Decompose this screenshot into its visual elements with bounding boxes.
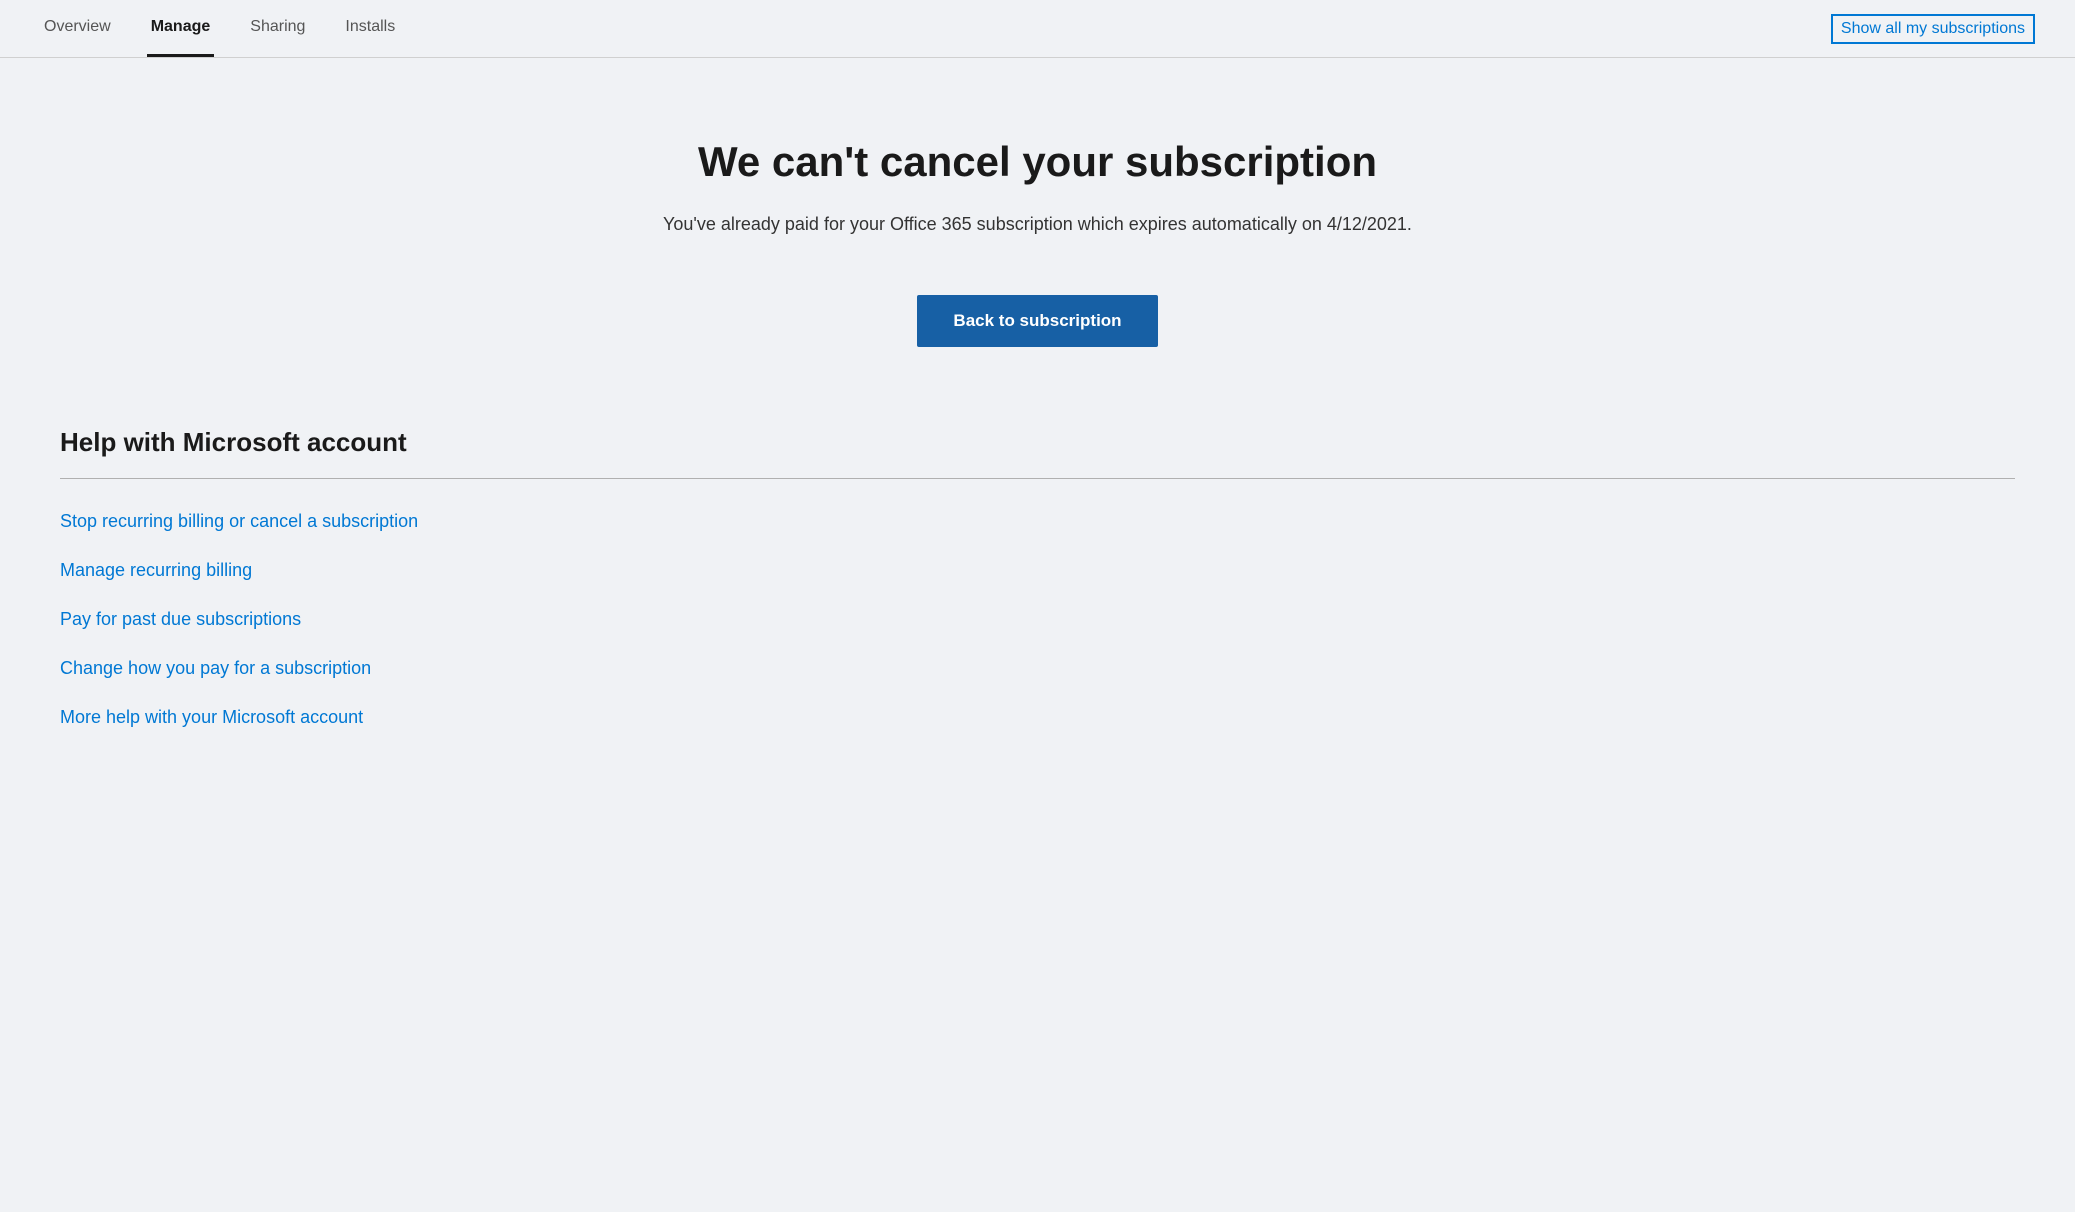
show-all-subscriptions-link[interactable]: Show all my subscriptions xyxy=(1831,14,2035,44)
back-to-subscription-button[interactable]: Back to subscription xyxy=(917,295,1157,347)
top-navigation: Overview Manage Sharing Installs Show al… xyxy=(0,0,2075,58)
error-description: You've already paid for your Office 365 … xyxy=(663,214,1412,235)
help-link-pay-past-due[interactable]: Pay for past due subscriptions xyxy=(60,609,2015,630)
help-link-stop-recurring[interactable]: Stop recurring billing or cancel a subsc… xyxy=(60,511,2015,532)
help-links-list: Stop recurring billing or cancel a subsc… xyxy=(60,511,2015,728)
help-section: Help with Microsoft account Stop recurri… xyxy=(0,427,2075,728)
help-divider xyxy=(60,478,2015,479)
help-link-manage-recurring[interactable]: Manage recurring billing xyxy=(60,560,2015,581)
tab-overview[interactable]: Overview xyxy=(40,0,115,57)
tab-manage[interactable]: Manage xyxy=(147,0,215,57)
tab-sharing[interactable]: Sharing xyxy=(246,0,309,57)
help-section-title: Help with Microsoft account xyxy=(60,427,2015,458)
main-content: We can't cancel your subscription You've… xyxy=(0,58,2075,788)
nav-tabs: Overview Manage Sharing Installs xyxy=(40,0,399,57)
tab-installs[interactable]: Installs xyxy=(341,0,399,57)
error-title: We can't cancel your subscription xyxy=(698,138,1377,186)
help-link-more-help[interactable]: More help with your Microsoft account xyxy=(60,707,2015,728)
help-link-change-payment[interactable]: Change how you pay for a subscription xyxy=(60,658,2015,679)
